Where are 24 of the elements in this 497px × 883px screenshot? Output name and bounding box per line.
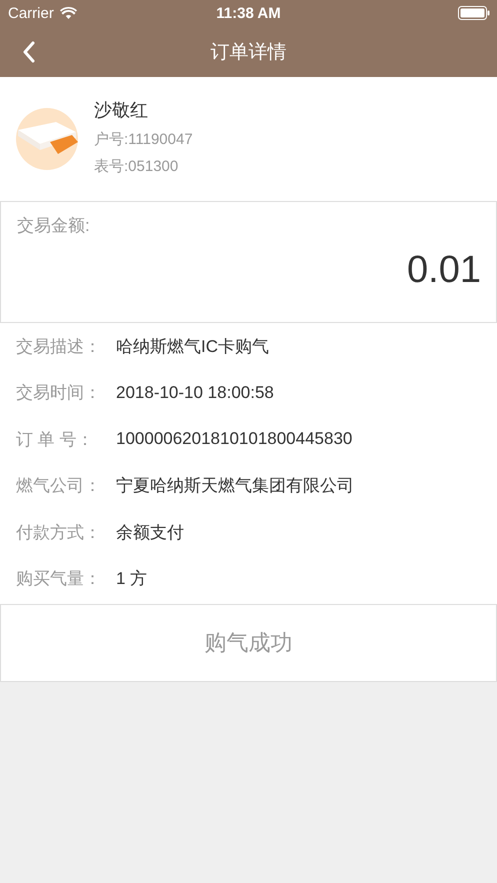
detail-label: 燃气公司： [16,475,102,498]
account-number: 户号:11190047 [94,130,193,149]
detail-value: 宁夏哈纳斯天燃气集团有限公司 [116,475,354,498]
detail-label: 交易时间： [16,382,102,404]
detail-label: 订 单 号： [16,428,94,451]
carrier-name: Carrier [8,4,54,22]
detail-value: 余额支付 [116,522,184,544]
amount-label: 交易金额: [17,215,90,237]
amount-value: 0.01 [407,249,481,292]
detail-label: 交易描述： [16,336,102,358]
status-time: 11:38 AM [216,4,281,22]
detail-value: 哈纳斯燃气IC卡购气 [116,336,269,358]
wifi-icon [60,7,77,19]
detail-value: 2018-10-10 18:00:58 [116,382,274,403]
card-reader-icon [16,108,78,170]
detail-value: 1 方 [116,568,148,590]
detail-label: 购买气量： [16,568,102,590]
battery-icon [458,6,490,20]
detail-label: 付款方式： [16,522,102,544]
nav-title: 订单详情 [210,40,286,64]
meter-number: 表号:051300 [94,157,180,176]
status-text: 购气成功 [204,629,292,657]
detail-value: 1000006201810101800445830 [116,429,352,450]
customer-name: 沙敬红 [94,99,149,122]
